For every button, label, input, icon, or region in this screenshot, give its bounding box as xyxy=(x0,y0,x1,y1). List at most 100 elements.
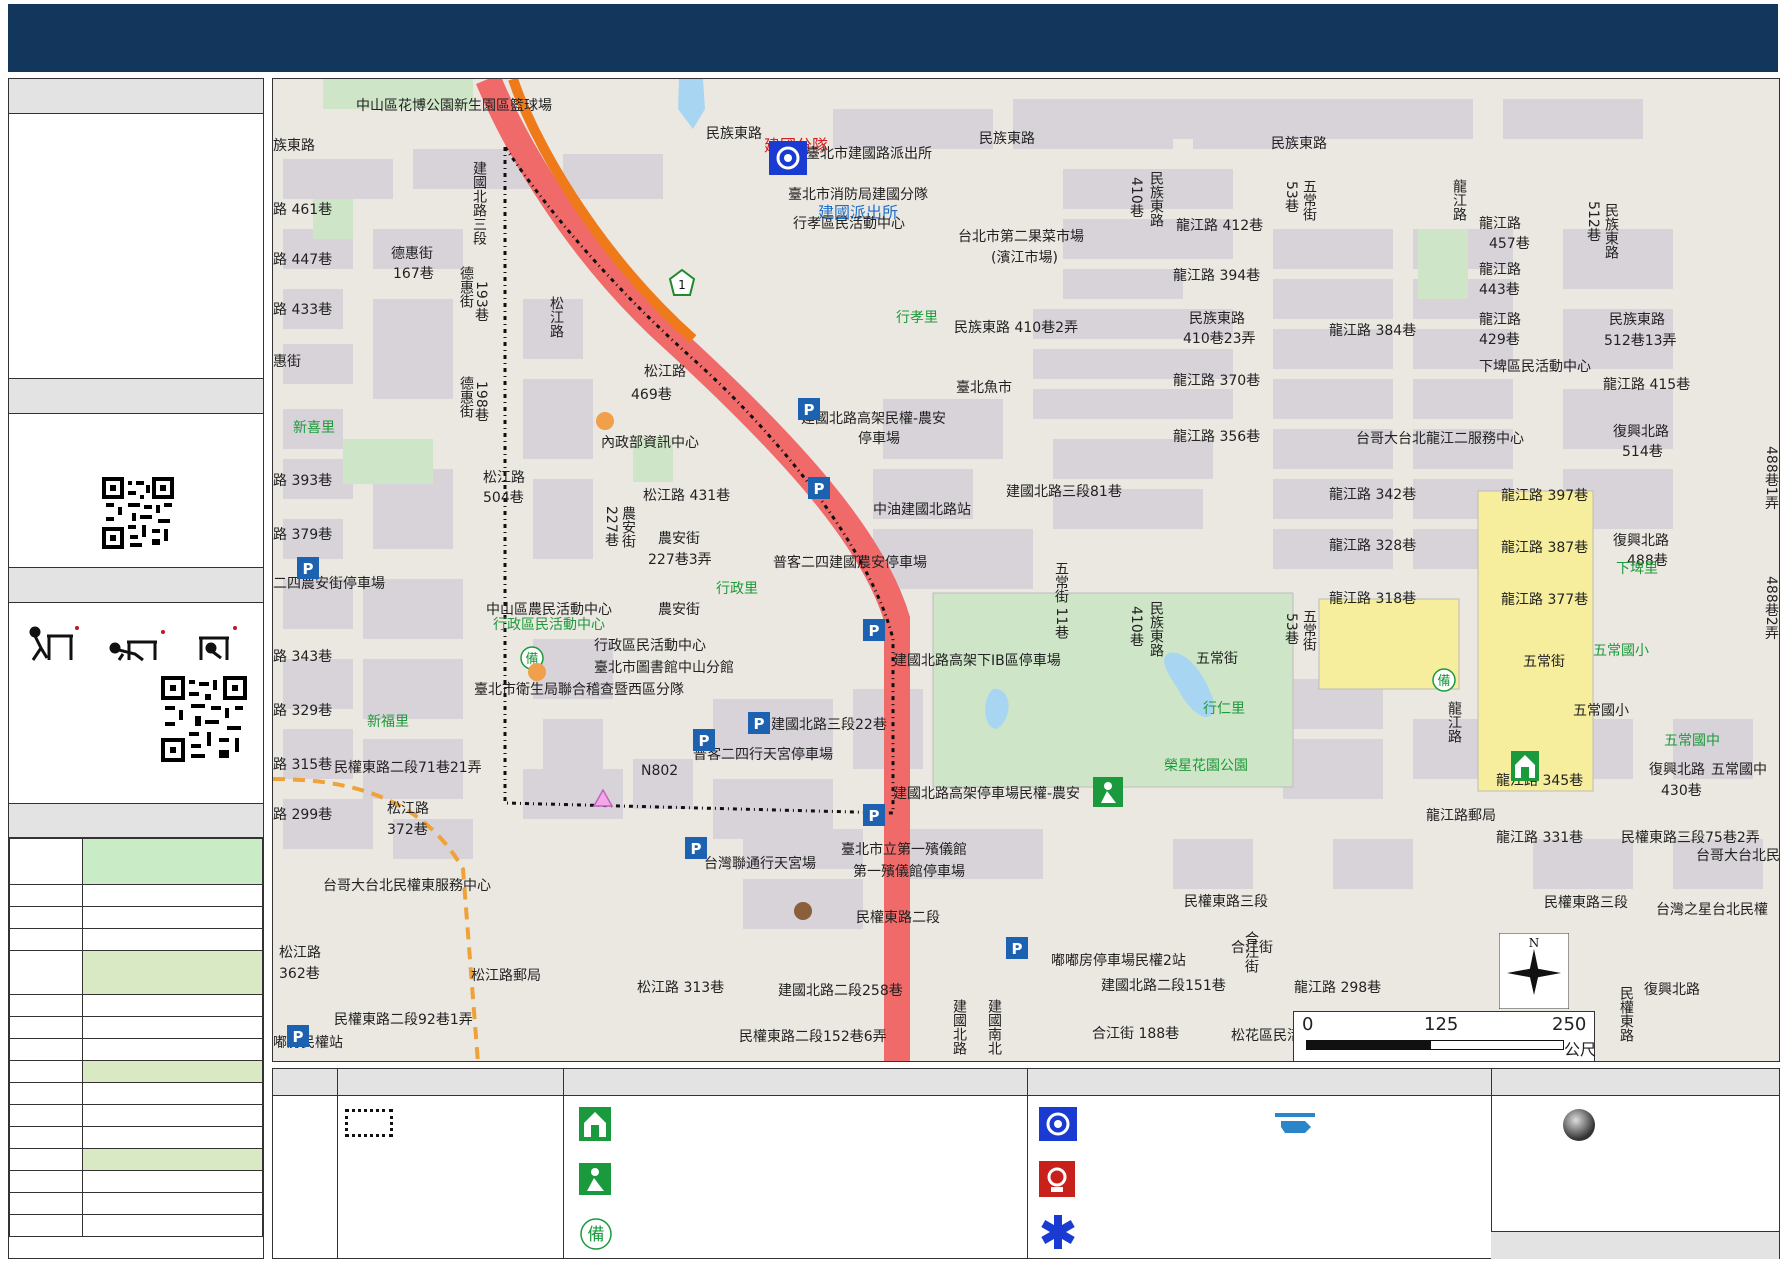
government-icon xyxy=(596,412,614,430)
map-label: 惠街 xyxy=(273,354,301,370)
table-cell xyxy=(9,884,83,907)
map-label: 龍江路 xyxy=(1479,262,1521,278)
map-label: 台哥大台北民權東服務中心 xyxy=(323,878,491,894)
map-label-vertical: 488巷2弄 xyxy=(1763,576,1779,640)
map-label-vertical: 民權東路 xyxy=(1618,986,1634,1042)
legend-helicopter-icon xyxy=(1275,1113,1315,1133)
parking-icon: P xyxy=(863,804,885,826)
map-label: 新喜里 xyxy=(293,420,335,436)
evacuation-shelter-icon[interactable] xyxy=(1511,751,1539,781)
table-cell xyxy=(82,1192,263,1215)
table-cell xyxy=(82,1126,263,1149)
qr-panel-header xyxy=(9,379,263,414)
legend-boundary-swatch xyxy=(345,1109,393,1137)
map-label: 民權東路二段152巷6弄 xyxy=(739,1029,887,1045)
map-label: 普客二四建國農安停車場 xyxy=(773,555,927,571)
map-label: 227巷3弄 xyxy=(648,552,712,568)
map-label: 龍江路 328巷 xyxy=(1329,538,1417,554)
map-label: 松江路 xyxy=(644,364,686,380)
map-label-vertical: 龍江路 xyxy=(1451,179,1467,221)
table-cell-highlight xyxy=(82,1148,263,1171)
police-station-icon[interactable] xyxy=(769,141,807,175)
map-label: 龍江路 394巷 xyxy=(1173,268,1261,284)
map-label: 內政部資訊中心 xyxy=(601,435,699,451)
legend-police-icon xyxy=(1039,1107,1077,1141)
svg-text:備: 備 xyxy=(1437,673,1450,689)
map-canvas[interactable]: 中山區花博公園新生園區籃球場民族東路建國分隊臺北市建國路派出所民族東路民族東路族… xyxy=(272,78,1780,1062)
map-label: 龍江路 377巷 xyxy=(1501,592,1589,608)
map-label: 龍江路 331巷 xyxy=(1496,830,1584,846)
legend-water-point-icon xyxy=(1563,1109,1595,1141)
table-cell xyxy=(9,838,83,885)
map-label-vertical: 農安街 xyxy=(620,506,636,548)
map-label: 台哥大台北民 xyxy=(1696,848,1780,864)
table-cell xyxy=(9,1170,83,1193)
map-label: 167巷 xyxy=(393,266,434,282)
parking-icon: P xyxy=(685,837,707,859)
map-label: 民族東路 xyxy=(1271,136,1327,152)
map-label: 建國北路三段22巷 xyxy=(771,717,887,733)
table-cell xyxy=(9,1214,83,1237)
map-label: 松江路郵局 xyxy=(471,968,541,984)
map-label: 429巷 xyxy=(1479,332,1520,348)
map-label: 中山區花博公園新生園區籃球場 xyxy=(356,98,552,114)
map-label: 龍江路 318巷 xyxy=(1329,591,1417,607)
map-label: 路 315巷 xyxy=(273,757,333,773)
map-label: 龍江路 387巷 xyxy=(1501,540,1589,556)
table-cell-highlight xyxy=(82,950,263,995)
map-label: 410巷23弄 xyxy=(1183,331,1256,347)
svg-text:P: P xyxy=(691,840,702,858)
table-cell xyxy=(82,1170,263,1193)
map-label: 512巷13弄 xyxy=(1604,333,1677,349)
map-label-vertical: 53巷 xyxy=(1283,613,1299,645)
qr-code-earthquake-icon[interactable] xyxy=(161,676,247,762)
map-label: 臺北市建國路派出所 xyxy=(806,146,932,162)
map-label: N802 xyxy=(641,763,679,779)
table-panel xyxy=(8,803,264,1259)
legend-park-icon xyxy=(579,1163,611,1195)
parking-icon: P xyxy=(863,619,885,641)
map-label-vertical: 512巷 xyxy=(1585,201,1601,242)
map-label: 台北市第二果菜市場 xyxy=(958,229,1084,245)
qr-code-icon[interactable] xyxy=(102,477,174,549)
table-cell xyxy=(9,1060,83,1083)
map-label-vertical: 488巷1弄 xyxy=(1763,446,1779,510)
scale-bar: 0 125 250 公尺 xyxy=(1293,1011,1596,1061)
map-label: 松江路 313巷 xyxy=(637,980,725,996)
map-label: 龍江路 384巷 xyxy=(1329,323,1417,339)
map-label: 復興北路 xyxy=(1613,424,1669,440)
table-panel-header xyxy=(9,804,263,838)
map-label: 松江路 xyxy=(483,470,525,486)
map-label: 行政區民活動中心 xyxy=(493,617,605,633)
map-label: 建國北路二段151巷 xyxy=(1101,978,1226,994)
parking-icon: P xyxy=(1006,937,1028,959)
info-panel-1 xyxy=(8,78,264,379)
svg-text:1: 1 xyxy=(678,278,686,292)
table-cell xyxy=(9,950,83,995)
map-label: 新福里 xyxy=(367,714,409,730)
map-label: 龍江路 xyxy=(1479,312,1521,328)
refuge-park-icon[interactable] xyxy=(1093,777,1123,807)
map-label: 龍江路 356巷 xyxy=(1173,429,1261,445)
route-marker-icon: 1 xyxy=(668,269,696,296)
map-label: 龍江路 397巷 xyxy=(1501,488,1589,504)
map-label-vertical: 193巷 xyxy=(473,281,489,322)
map-label: 路 379巷 xyxy=(273,527,333,543)
map-label: 二四農安街停車場 xyxy=(273,576,385,592)
table-cell-highlight xyxy=(82,1060,263,1083)
map-label-vertical: 民族東路 xyxy=(1603,203,1619,259)
parking-icon: P xyxy=(693,729,715,751)
map-label: 民族東路 xyxy=(706,126,762,142)
map-label: 建國北路高架民權-農安 xyxy=(801,411,947,427)
map-label: 五常街 xyxy=(1523,654,1565,670)
map-label: 民權東路二段92巷1弄 xyxy=(334,1012,473,1028)
map-label-vertical: 53巷 xyxy=(1283,181,1299,213)
map-label: 台灣之星台北民權 xyxy=(1656,902,1768,918)
map-label: 民族東路 xyxy=(1189,311,1245,327)
map-label: 民權東路三段75巷2弄 xyxy=(1621,830,1760,846)
map-label: 民權東路三段 xyxy=(1184,894,1268,910)
map-label: 443巷 xyxy=(1479,282,1520,298)
map-label: 下埤里 xyxy=(1616,561,1658,577)
map-label: 路 393巷 xyxy=(273,473,333,489)
table-cell xyxy=(82,1038,263,1061)
